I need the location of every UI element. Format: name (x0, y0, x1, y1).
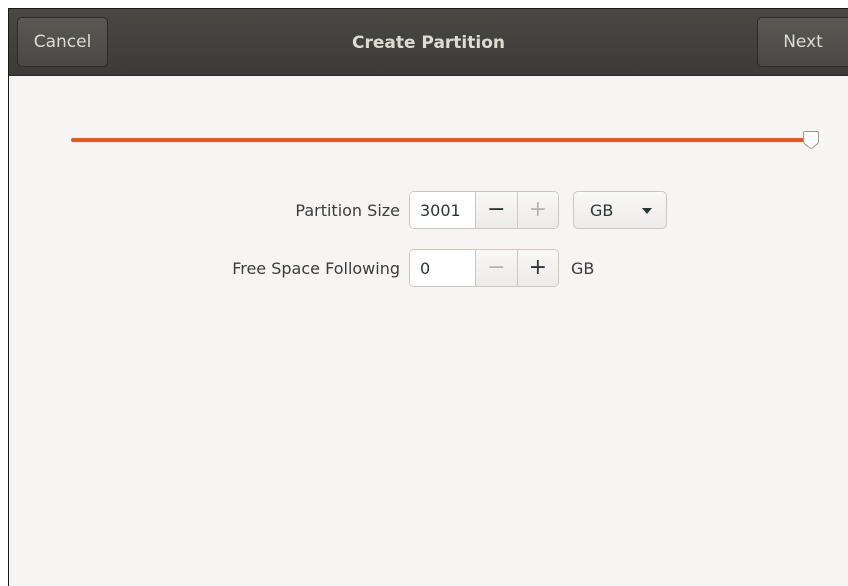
free-space-input[interactable]: 0 (410, 250, 476, 286)
free-space-decrement-button[interactable]: − (475, 250, 517, 286)
free-space-spinbutton: 0 − + (409, 249, 559, 287)
partition-size-spinbutton: 3001 − + (409, 191, 559, 229)
cancel-button[interactable]: Cancel (17, 17, 108, 67)
slider-fill (71, 138, 811, 142)
partition-size-decrement-button[interactable]: − (475, 192, 517, 228)
slider-handle-icon[interactable] (802, 130, 820, 150)
header-bar: Cancel Create Partition Next (9, 9, 848, 76)
partition-size-unit-dropdown[interactable]: GB (573, 191, 667, 229)
create-partition-dialog: Cancel Create Partition Next Partition S… (8, 8, 848, 586)
free-space-following-label: Free Space Following (232, 258, 400, 278)
screen: Cancel Create Partition Next Partition S… (0, 0, 848, 586)
partition-size-increment-button[interactable]: + (516, 192, 558, 228)
partition-size-unit-value: GB (590, 200, 614, 220)
free-space-increment-button[interactable]: + (516, 250, 558, 286)
triangle-down-icon (642, 208, 652, 214)
partition-size-label: Partition Size (295, 200, 400, 220)
next-button[interactable]: Next (757, 17, 848, 67)
partition-size-input[interactable]: 3001 (410, 192, 476, 228)
free-space-unit-label: GB (571, 258, 595, 278)
partition-size-slider[interactable] (71, 127, 819, 153)
dialog-title: Create Partition (352, 32, 505, 53)
